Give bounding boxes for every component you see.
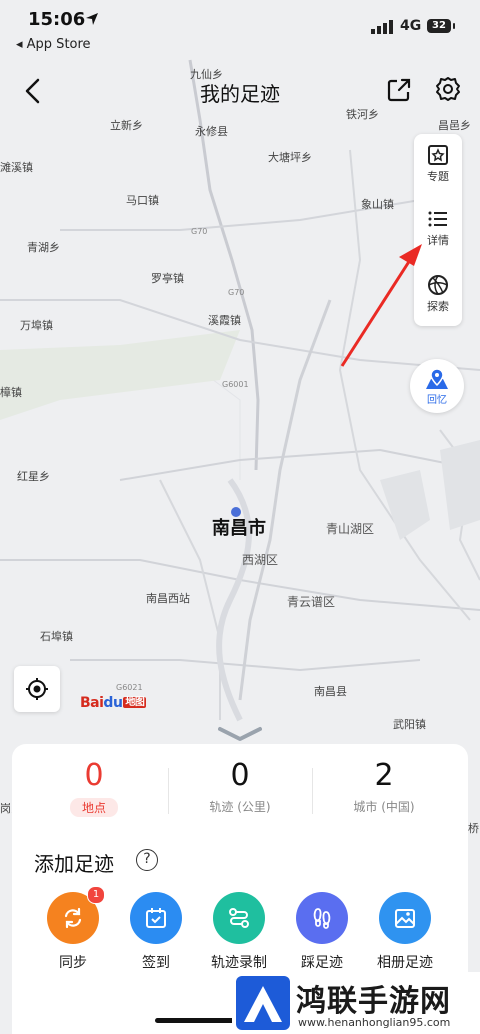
- road-label: G70: [228, 288, 245, 297]
- place-label: 立新乡: [110, 119, 143, 132]
- tool-topic[interactable]: 专题: [414, 136, 462, 196]
- road-label: G6001: [222, 380, 249, 389]
- place-label: 樟镇: [0, 386, 22, 399]
- action-album[interactable]: 相册足迹: [370, 892, 440, 972]
- watermark: 鸿联手游网 www.henanhonglian95.com: [232, 972, 480, 1034]
- place-label: 滩溪镇: [0, 161, 33, 174]
- status-time: 15:06: [28, 9, 86, 30]
- place-label: 象山镇: [361, 198, 394, 211]
- explore-icon: [428, 275, 448, 295]
- place-label: 红星乡: [17, 470, 50, 483]
- map-view[interactable]: 九仙乡 立新乡 永修县 铁河乡 昌邑乡 大塘坪乡 滩溪镇 马口镇 象山镇 G70 青湖乡 罗亭镇 G70…: [0, 56, 480, 835]
- tool-detail-label: 详情: [427, 234, 449, 247]
- place-label: 青湖乡: [27, 241, 60, 254]
- stat-track[interactable]: 0 轨迹 (公里): [170, 758, 310, 815]
- tool-detail[interactable]: 详情: [414, 200, 462, 260]
- locate-icon: [26, 678, 48, 700]
- tool-explore[interactable]: 探索: [414, 266, 462, 326]
- action-checkin[interactable]: 签到: [121, 892, 191, 972]
- topic-icon: [428, 145, 448, 165]
- place-label: 马口镇: [126, 194, 159, 207]
- status-bar: 15:06 ◂ App Store 4G 32: [0, 0, 480, 56]
- sync-badge: 1: [87, 886, 105, 904]
- place-label: 溪霞镇: [208, 314, 241, 327]
- signal-icon: [371, 20, 393, 34]
- stat-places[interactable]: 0 地点: [24, 758, 164, 817]
- action-track-label: 轨迹录制: [211, 955, 267, 971]
- place-label: 西湖区: [242, 553, 279, 567]
- watermark-logo: [236, 976, 290, 1030]
- back-to-app-store-link[interactable]: ◂ App Store: [16, 37, 91, 52]
- place-label: 青山湖区: [326, 522, 375, 536]
- road-label: G6021: [116, 683, 143, 692]
- side-toolbar: 专题 详情 探索: [414, 134, 462, 326]
- action-checkin-label: 签到: [142, 955, 170, 971]
- stat-cities-value: 2: [374, 758, 394, 793]
- list-icon: [428, 211, 447, 227]
- stat-places-value: 0: [84, 758, 104, 793]
- watermark-title: 鸿联手游网: [296, 984, 451, 1019]
- stat-divider: [312, 768, 313, 814]
- place-label: 万埠镇: [20, 319, 53, 332]
- location-arrow-icon: [86, 13, 98, 25]
- place-label: 石埠镇: [40, 630, 73, 643]
- memory-button[interactable]: 回忆: [410, 359, 464, 413]
- place-label: 永修县: [195, 125, 228, 138]
- tool-explore-label: 探索: [427, 300, 449, 313]
- footprint-icon: [313, 908, 331, 929]
- stat-cities[interactable]: 2 城市 (中国): [314, 758, 454, 815]
- road-label: G70: [191, 227, 208, 236]
- help-icon[interactable]: ?: [136, 849, 158, 871]
- album-icon: [395, 909, 415, 928]
- place-label: 罗亭镇: [151, 272, 184, 285]
- action-track[interactable]: 轨迹录制: [204, 892, 274, 972]
- city-label: 南昌市: [212, 518, 266, 539]
- stat-track-value: 0: [230, 758, 250, 793]
- share-button[interactable]: [385, 76, 413, 104]
- watermark-url: www.henanhonglian95.com: [298, 1016, 451, 1029]
- action-sync[interactable]: 1 同步: [38, 886, 108, 972]
- place-label: 南昌县: [314, 685, 347, 698]
- action-footprint-label: 踩足迹: [301, 955, 343, 971]
- track-icon: [229, 908, 249, 928]
- place-label: 武阳镇: [393, 718, 426, 731]
- action-track-circle: [213, 892, 265, 944]
- action-album-label: 相册足迹: [377, 955, 433, 971]
- action-footprint[interactable]: 踩足迹: [287, 892, 357, 972]
- battery-icon: 32: [427, 19, 455, 33]
- map-roads: [0, 59, 480, 722]
- checkin-icon: [146, 908, 166, 928]
- settings-button[interactable]: [434, 75, 462, 103]
- stat-cities-label: 城市 (中国): [353, 800, 415, 814]
- action-sync-circle: 1: [47, 886, 105, 944]
- stat-divider: [168, 768, 169, 814]
- place-label: 昌邑乡: [438, 119, 471, 132]
- network-type: 4G: [400, 18, 422, 34]
- stat-places-label: 地点: [69, 798, 118, 817]
- locate-button[interactable]: [14, 666, 60, 712]
- action-checkin-circle: [130, 892, 182, 944]
- place-label: 铁河乡: [346, 108, 379, 121]
- action-sync-label: 同步: [59, 955, 87, 971]
- sheet-collapse-handle[interactable]: [218, 726, 262, 742]
- memory-label: 回忆: [427, 395, 447, 406]
- place-label: 大塘坪乡: [268, 151, 312, 164]
- baidu-map-logo: Baidu 地图: [80, 695, 147, 711]
- place-label: 南昌西站: [146, 592, 190, 605]
- action-album-circle: [379, 892, 431, 944]
- sync-icon: [64, 907, 82, 929]
- stat-track-label: 轨迹 (公里): [209, 800, 271, 814]
- place-label: 青云谱区: [287, 595, 336, 609]
- add-footprint-title: 添加足迹: [34, 852, 114, 876]
- memory-map-pin-icon: [426, 368, 448, 389]
- action-footprint-circle: [296, 892, 348, 944]
- tool-topic-label: 专题: [427, 170, 449, 183]
- place-label: 桥: [468, 822, 479, 835]
